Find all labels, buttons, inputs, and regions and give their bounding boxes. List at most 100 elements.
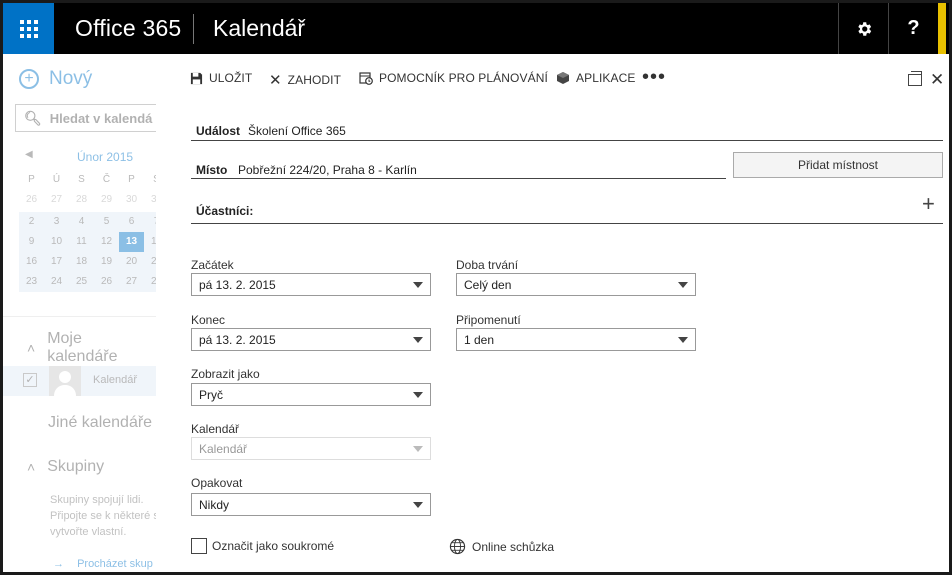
day-cell[interactable]: 18 xyxy=(69,252,94,272)
day-cell[interactable]: 10 xyxy=(44,232,69,252)
reminder-label: Připomenutí xyxy=(456,313,521,327)
other-calendars-header[interactable]: Jiné kalendáře xyxy=(48,414,152,432)
add-attendee-plus-icon[interactable]: + xyxy=(922,191,935,217)
weekday-label: Č xyxy=(102,174,111,185)
day-cell[interactable]: 26 xyxy=(94,272,119,292)
brand-title[interactable]: Office 365 xyxy=(75,15,181,42)
week-row: 23 24 25 26 27 28 xyxy=(19,272,156,292)
start-date-value: pá 13. 2. 2015 xyxy=(199,277,276,292)
caret-down-icon xyxy=(413,337,423,343)
day-cell[interactable]: 31 xyxy=(144,194,156,205)
day-cell[interactable]: 20 xyxy=(119,252,144,272)
left-pane: + Nový 🔍︎ Hledat v kalendá ◀ Únor 2015 P… xyxy=(3,54,156,572)
show-as-value: Pryč xyxy=(199,387,223,402)
search-placeholder: Hledat v kalendá xyxy=(49,110,153,126)
location-underline xyxy=(191,178,726,179)
help-button[interactable]: ? xyxy=(888,3,938,54)
person-icon xyxy=(54,371,76,396)
private-label: Označit jako soukromé xyxy=(212,539,335,553)
online-meeting-button[interactable]: Online schůzka xyxy=(449,538,554,555)
day-cell[interactable]: 16 xyxy=(19,252,44,272)
day-cell[interactable]: 27 xyxy=(44,194,69,205)
calendar-dropdown: Kalendář xyxy=(191,437,431,460)
popout-icon[interactable] xyxy=(908,71,922,86)
browse-groups-link[interactable]: → Procházet skup xyxy=(53,558,153,570)
day-cell[interactable]: 14 xyxy=(144,232,156,252)
day-cell[interactable]: 11 xyxy=(69,232,94,252)
end-date-dropdown[interactable]: pá 13. 2. 2015 xyxy=(191,328,431,351)
gear-icon xyxy=(857,21,871,36)
day-cell[interactable]: 27 xyxy=(119,272,144,292)
close-form-icon[interactable]: ✕ xyxy=(930,70,944,90)
my-calendars-label: Moje kalendáře xyxy=(47,330,118,365)
weekday-label: Ú xyxy=(52,174,61,185)
app-launcher-button[interactable] xyxy=(3,3,54,54)
day-cell[interactable]: 7 xyxy=(144,212,156,232)
new-event-button[interactable]: + Nový xyxy=(19,68,92,90)
repeat-dropdown[interactable]: Nikdy xyxy=(191,493,431,516)
more-options-button[interactable]: ••• xyxy=(642,66,666,89)
waffle-icon xyxy=(19,19,38,38)
private-checkbox[interactable] xyxy=(191,538,207,554)
plus-circle-icon: + xyxy=(19,69,39,89)
mini-calendar-month[interactable]: Únor 2015 xyxy=(77,150,133,164)
location-input[interactable]: Pobřežní 224/20, Praha 8 - Karlín xyxy=(238,163,417,177)
day-cell[interactable]: 29 xyxy=(94,194,119,205)
duration-dropdown[interactable]: Celý den xyxy=(456,273,696,296)
calendar-checkbox[interactable]: ✓ xyxy=(23,373,37,387)
day-cell[interactable]: 25 xyxy=(69,272,94,292)
add-room-button[interactable]: Přidat místnost xyxy=(733,152,943,178)
duration-value: Celý den xyxy=(464,277,512,292)
groups-header[interactable]: ˄ Skupiny xyxy=(27,458,104,476)
apps-label: APLIKACE xyxy=(576,71,636,85)
calendar-list-item[interactable]: ✓ Kalendář xyxy=(3,366,156,396)
show-as-dropdown[interactable]: Pryč xyxy=(191,383,431,406)
week-row: 2 3 4 5 6 7 8 xyxy=(19,212,156,232)
day-cell[interactable]: 28 xyxy=(69,194,94,205)
day-cell[interactable]: 30 xyxy=(119,194,144,205)
settings-button[interactable] xyxy=(838,3,888,54)
window-controls: ✕ xyxy=(908,70,944,90)
repeat-value: Nikdy xyxy=(199,497,230,512)
left-pane-divider xyxy=(3,316,156,317)
search-icon: 🔍︎ xyxy=(24,109,42,126)
reminder-dropdown[interactable]: 1 den xyxy=(456,328,696,351)
chevron-left-icon[interactable]: ◀ xyxy=(25,149,33,160)
day-cell[interactable]: 19 xyxy=(94,252,119,272)
day-cell[interactable]: 23 xyxy=(19,272,44,292)
apps-button[interactable]: APLIKACE xyxy=(556,71,636,85)
caret-down-icon xyxy=(678,337,688,343)
show-as-label: Zobrazit jako xyxy=(191,367,260,381)
day-cell[interactable]: 2 xyxy=(19,212,44,232)
day-cell[interactable]: 24 xyxy=(44,272,69,292)
day-cell[interactable]: 21 xyxy=(144,252,156,272)
weekday-label: P xyxy=(28,174,35,185)
day-cell-selected[interactable]: 13 xyxy=(119,232,144,252)
scheduling-assistant-button[interactable]: POMOCNÍK PRO PLÁNOVÁNÍ xyxy=(359,71,548,85)
day-cell[interactable]: 5 xyxy=(94,212,119,232)
discard-label: ZAHODIT xyxy=(287,73,342,87)
day-cell[interactable]: 12 xyxy=(94,232,119,252)
day-cell[interactable]: 6 xyxy=(119,212,144,232)
day-cell[interactable]: 9 xyxy=(19,232,44,252)
my-calendars-header[interactable]: ˄ Moje kalendáře xyxy=(27,330,156,366)
calendar-search-input[interactable]: 🔍︎ Hledat v kalendá xyxy=(15,104,156,132)
day-cell[interactable]: 17 xyxy=(44,252,69,272)
save-button[interactable]: ULOŽIT xyxy=(190,71,252,85)
caret-down-icon xyxy=(413,282,423,288)
discard-button[interactable]: ✕ ZAHODIT xyxy=(269,71,341,89)
attendees-underline xyxy=(191,223,943,224)
event-form: ULOŽIT ✕ ZAHODIT POMOCNÍK PRO PLÁNOVÁNÍ … xyxy=(156,54,949,572)
close-icon: ✕ xyxy=(269,72,282,89)
start-date-dropdown[interactable]: pá 13. 2. 2015 xyxy=(191,273,431,296)
day-cell[interactable]: 26 xyxy=(19,194,44,205)
private-option[interactable]: Označit jako soukromé xyxy=(191,538,334,554)
calendar-label: Kalendář xyxy=(191,422,240,436)
day-cell[interactable]: 3 xyxy=(44,212,69,232)
day-cell[interactable]: 4 xyxy=(69,212,94,232)
day-cell[interactable]: 28 xyxy=(144,272,156,292)
top-bar: Office 365 Kalendář ? xyxy=(0,0,952,54)
event-title-input[interactable]: Školení Office 365 xyxy=(248,124,346,138)
start-label: Začátek xyxy=(191,258,234,272)
weekday-row: P Ú S Č P S N xyxy=(19,174,156,185)
